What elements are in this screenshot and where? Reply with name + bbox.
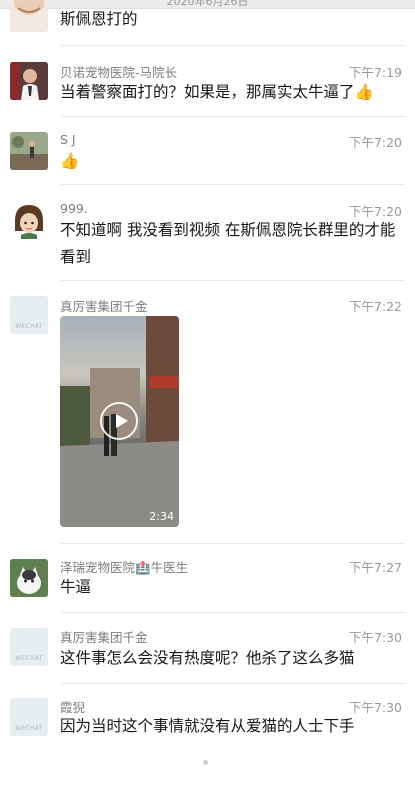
sender-name[interactable]: 真厉害集团千金 — [60, 296, 148, 315]
sender-name[interactable]: 999. — [60, 201, 88, 216]
placeholder-avatar-label: WECHAT — [15, 323, 43, 330]
sender-name[interactable]: S J — [60, 132, 76, 147]
message-text: 当着警察面打的？如果是，那属实太牛逼了👍 — [60, 83, 374, 101]
video-duration: 2:34 — [149, 510, 174, 523]
avatar[interactable] — [10, 62, 48, 100]
play-icon[interactable] — [100, 402, 138, 440]
message-text: 斯佩恩打的 — [60, 10, 138, 28]
video-thumbnail[interactable]: 2:34 — [60, 316, 179, 527]
avatar[interactable] — [10, 201, 48, 239]
divider — [60, 683, 405, 684]
placeholder-avatar-label: WECHAT — [15, 655, 43, 662]
placeholder-avatar-label: WECHAT — [15, 725, 43, 732]
message-time: 下午7:22 — [348, 299, 402, 314]
divider — [60, 184, 405, 185]
divider — [60, 612, 405, 613]
divider — [60, 116, 405, 117]
message-text: 👍 — [60, 152, 80, 170]
scroll-indicator — [203, 760, 208, 765]
avatar[interactable] — [10, 0, 48, 32]
avatar-placeholder[interactable]: WECHAT — [10, 296, 48, 334]
avatar-placeholder[interactable]: WECHAT — [10, 628, 48, 666]
message-text: 不知道啊 我没看到视频 在斯佩恩院长群里的才能看到 — [60, 221, 396, 266]
message-time: 下午7:30 — [348, 630, 402, 645]
avatar[interactable] — [10, 559, 48, 597]
message-text: 因为当时这个事情就没有从爱猫的人士下手 — [60, 717, 355, 735]
message-text: 这件事怎么会没有热度呢？他杀了这么多猫 — [60, 649, 355, 667]
divider — [60, 543, 405, 544]
avatar[interactable] — [10, 132, 48, 170]
divider — [60, 280, 405, 281]
sender-name[interactable]: 真厉害集团千金 — [60, 627, 148, 646]
message-text: 牛逼 — [60, 578, 92, 596]
divider — [60, 45, 405, 46]
avatar-placeholder[interactable]: WECHAT — [10, 698, 48, 736]
